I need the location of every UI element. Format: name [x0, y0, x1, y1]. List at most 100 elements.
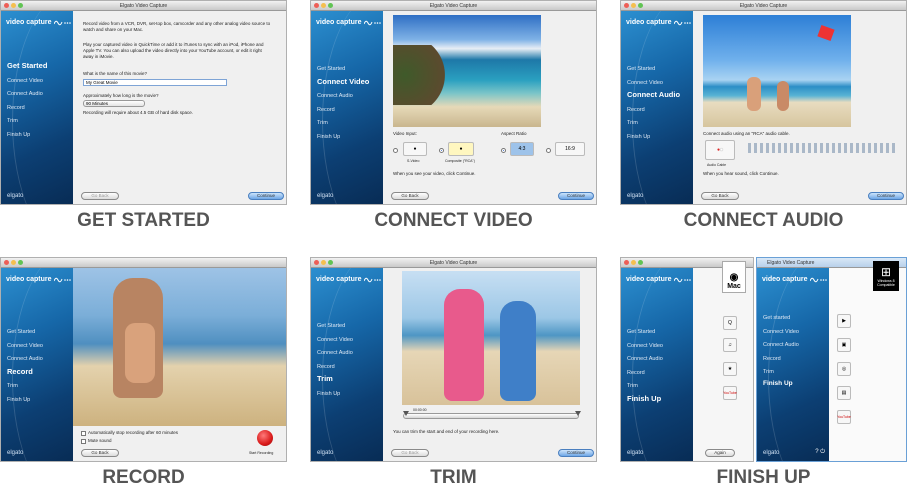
step-finish-up[interactable]: Finish Up — [317, 131, 369, 145]
step-trim[interactable]: Trim — [763, 366, 799, 380]
window-controls[interactable] — [314, 260, 333, 265]
minimize-icon[interactable] — [321, 260, 326, 265]
svideo-connector-icon[interactable]: ● — [403, 142, 427, 156]
quicktime-icon[interactable]: Q — [723, 316, 737, 330]
zoom-icon[interactable] — [328, 260, 333, 265]
media-player-icon[interactable]: ◎ — [837, 362, 851, 376]
step-trim[interactable]: Trim — [7, 380, 43, 394]
step-record[interactable]: Record — [7, 367, 43, 381]
window-controls[interactable] — [624, 3, 643, 8]
movie-maker-icon[interactable]: ▤ — [837, 386, 851, 400]
go-back-button[interactable]: Go Back — [701, 192, 739, 200]
zoom-icon[interactable] — [18, 3, 23, 8]
step-get-started[interactable]: Get Started — [627, 326, 663, 340]
step-get-started[interactable]: Get Started — [7, 326, 43, 340]
step-get-started[interactable]: Get Started — [317, 63, 369, 77]
movie-length-select[interactable]: 90 Minutes — [83, 100, 145, 107]
step-finish-up[interactable]: Finish Up — [7, 129, 47, 143]
youtube-icon[interactable]: YouTube — [723, 386, 737, 400]
step-finish-up[interactable]: Finish Up — [627, 394, 663, 408]
mute-checkbox[interactable] — [81, 439, 86, 444]
step-connect-video[interactable]: Connect Video — [763, 326, 799, 340]
movie-name-input[interactable]: My Great Movie — [83, 79, 227, 86]
ratio-169-radio[interactable] — [546, 148, 551, 153]
minimize-icon[interactable] — [631, 260, 636, 265]
trim-start-handle[interactable] — [403, 411, 409, 416]
step-finish-up[interactable]: Finish Up — [317, 388, 353, 402]
step-get-started[interactable]: Get started — [763, 312, 799, 326]
step-get-started[interactable]: Get Started — [317, 320, 353, 334]
step-record[interactable]: Record — [627, 104, 680, 118]
close-icon[interactable] — [4, 260, 9, 265]
continue-button[interactable]: Continue — [248, 192, 284, 200]
go-back-button[interactable]: Go Back — [391, 449, 429, 457]
step-record[interactable]: Record — [317, 361, 353, 375]
minimize-icon[interactable] — [321, 3, 326, 8]
step-connect-audio[interactable]: Connect Audio — [317, 90, 369, 104]
step-trim[interactable]: Trim — [627, 117, 680, 131]
step-connect-audio[interactable]: Connect Audio — [317, 347, 353, 361]
svideo-radio[interactable] — [393, 148, 398, 153]
play-icon[interactable]: ▶ — [837, 314, 851, 328]
step-finish-up[interactable]: Finish Up — [627, 131, 680, 145]
step-record[interactable]: Record — [317, 104, 369, 118]
go-back-button[interactable]: Go Back — [81, 192, 119, 200]
record-button[interactable] — [257, 430, 273, 446]
close-icon[interactable] — [624, 3, 629, 8]
zoom-icon[interactable] — [18, 260, 23, 265]
close-icon[interactable] — [314, 3, 319, 8]
close-icon[interactable] — [624, 260, 629, 265]
step-connect-video[interactable]: Connect Video — [7, 340, 43, 354]
step-finish-up[interactable]: Finish Up — [763, 380, 799, 394]
step-get-started[interactable]: Get Started — [7, 61, 47, 75]
window-controls[interactable] — [624, 260, 643, 265]
window-controls[interactable] — [4, 260, 23, 265]
zoom-icon[interactable] — [638, 260, 643, 265]
composite-connector-icon[interactable]: ● — [448, 142, 474, 156]
ratio-43-radio[interactable] — [501, 148, 506, 153]
itunes-icon[interactable]: ♫ — [723, 338, 737, 352]
video-file-icon[interactable]: ▣ — [837, 338, 851, 352]
trim-end-handle[interactable] — [575, 411, 581, 416]
step-connect-audio[interactable]: Connect Audio — [7, 353, 43, 367]
step-connect-video[interactable]: Connect Video — [317, 77, 369, 91]
step-connect-audio[interactable]: Connect Audio — [627, 353, 663, 367]
step-connect-audio[interactable]: Connect Audio — [7, 88, 47, 102]
step-record[interactable]: Record — [763, 353, 799, 367]
auto-stop-checkbox[interactable] — [81, 431, 86, 436]
trim-timeline[interactable] — [403, 413, 579, 419]
step-get-started[interactable]: Get Started — [627, 63, 680, 77]
step-connect-video[interactable]: Connect Video — [627, 340, 663, 354]
ratio-43-button[interactable]: 4:3 — [510, 142, 534, 156]
minimize-icon[interactable] — [631, 3, 636, 8]
imovie-icon[interactable]: ★ — [723, 362, 737, 376]
continue-button[interactable]: Continue — [868, 192, 904, 200]
step-trim[interactable]: Trim — [7, 115, 47, 129]
again-button[interactable]: Again — [705, 449, 735, 457]
help-icon[interactable]: ? ⏻ — [815, 449, 825, 456]
step-trim[interactable]: Trim — [627, 380, 663, 394]
step-trim[interactable]: Trim — [317, 117, 369, 131]
minimize-icon[interactable] — [11, 3, 16, 8]
zoom-icon[interactable] — [328, 3, 333, 8]
close-icon[interactable] — [4, 3, 9, 8]
close-icon[interactable] — [314, 260, 319, 265]
step-connect-audio[interactable]: Connect Audio — [627, 90, 680, 104]
youtube-icon[interactable]: YouTube — [837, 410, 851, 424]
step-record[interactable]: Record — [7, 102, 47, 116]
continue-button[interactable]: Continue — [558, 192, 594, 200]
step-finish-up[interactable]: Finish Up — [7, 394, 43, 408]
step-trim[interactable]: Trim — [317, 374, 353, 388]
step-record[interactable]: Record — [627, 367, 663, 381]
composite-radio[interactable] — [439, 148, 444, 153]
step-connect-video[interactable]: Connect Video — [317, 334, 353, 348]
window-controls[interactable] — [4, 3, 23, 8]
window-controls[interactable] — [314, 3, 333, 8]
continue-button[interactable]: Continue — [558, 449, 594, 457]
minimize-icon[interactable] — [11, 260, 16, 265]
step-connect-video[interactable]: Connect Video — [627, 77, 680, 91]
step-connect-audio[interactable]: Connect Audio — [763, 339, 799, 353]
step-connect-video[interactable]: Connect Video — [7, 75, 47, 89]
zoom-icon[interactable] — [638, 3, 643, 8]
go-back-button[interactable]: Go Back — [391, 192, 429, 200]
